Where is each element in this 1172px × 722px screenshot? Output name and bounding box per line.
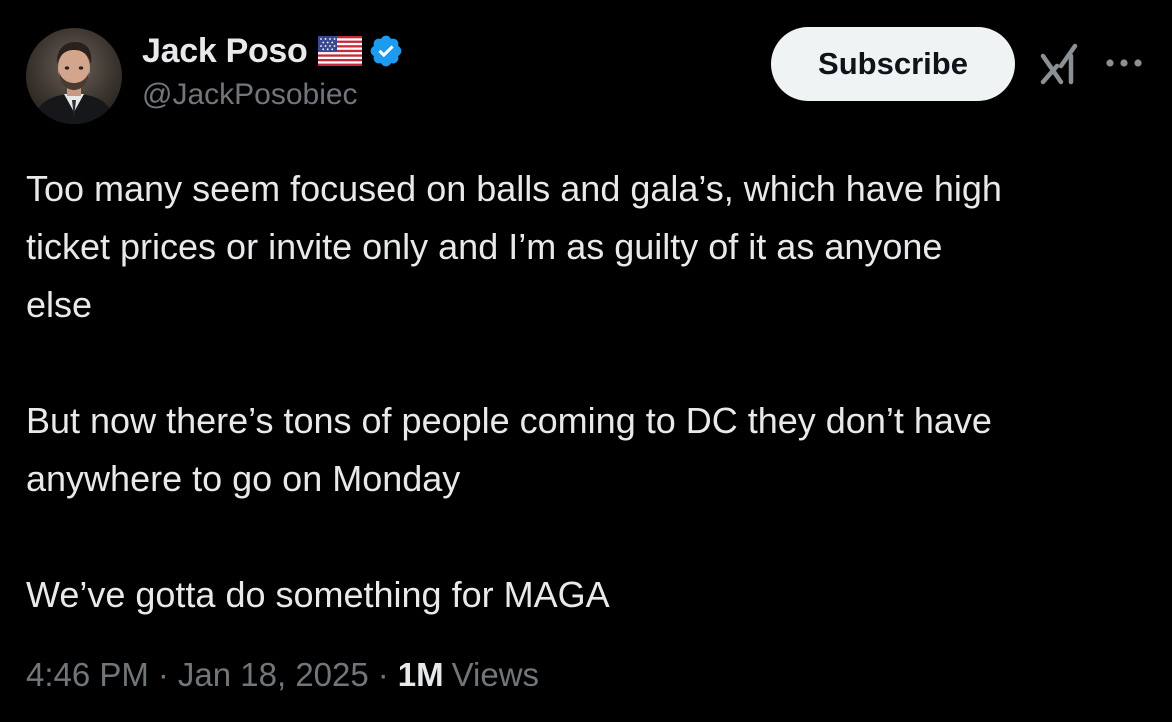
- tweet-line: But now there’s tons of people coming to…: [26, 400, 992, 441]
- more-icon[interactable]: [1104, 56, 1144, 70]
- tweet-line: Too many seem focused on balls and gala’…: [26, 168, 1002, 209]
- grok-icon[interactable]: [1037, 42, 1081, 86]
- us-flag-icon: [317, 36, 362, 66]
- avatar[interactable]: [26, 28, 122, 124]
- tweet-card: Jack Poso @JackPosobiec Subscribe Too ma…: [0, 0, 1172, 722]
- subscribe-button[interactable]: Subscribe: [771, 27, 1015, 101]
- tweet-line: ticket prices or invite only and I’m as …: [26, 226, 943, 267]
- views-label: Views: [451, 656, 540, 693]
- tweet-time[interactable]: 4:46 PM: [26, 656, 149, 694]
- views-count: 1M: [397, 656, 444, 693]
- author-block: Jack Poso @JackPosobiec: [142, 30, 404, 112]
- tweet-line: anywhere to go on Monday: [26, 458, 461, 499]
- tweet-line: We’ve gotta do something for MAGA: [26, 574, 610, 615]
- meta-separator: ·: [377, 656, 389, 693]
- author-display-name[interactable]: Jack Poso: [142, 32, 308, 71]
- author-name-row: Jack Poso: [142, 30, 404, 72]
- tweet-meta: 4:46 PM · Jan 18, 2025 · 1M Views: [26, 656, 539, 694]
- tweet-date[interactable]: Jan 18, 2025: [178, 656, 369, 694]
- author-handle[interactable]: @JackPosobiec: [142, 78, 404, 112]
- meta-separator: ·: [157, 656, 169, 693]
- tweet-text: Too many seem focused on balls and gala’…: [26, 160, 1146, 624]
- verified-badge-icon[interactable]: [368, 33, 404, 69]
- tweet-line: else: [26, 284, 93, 325]
